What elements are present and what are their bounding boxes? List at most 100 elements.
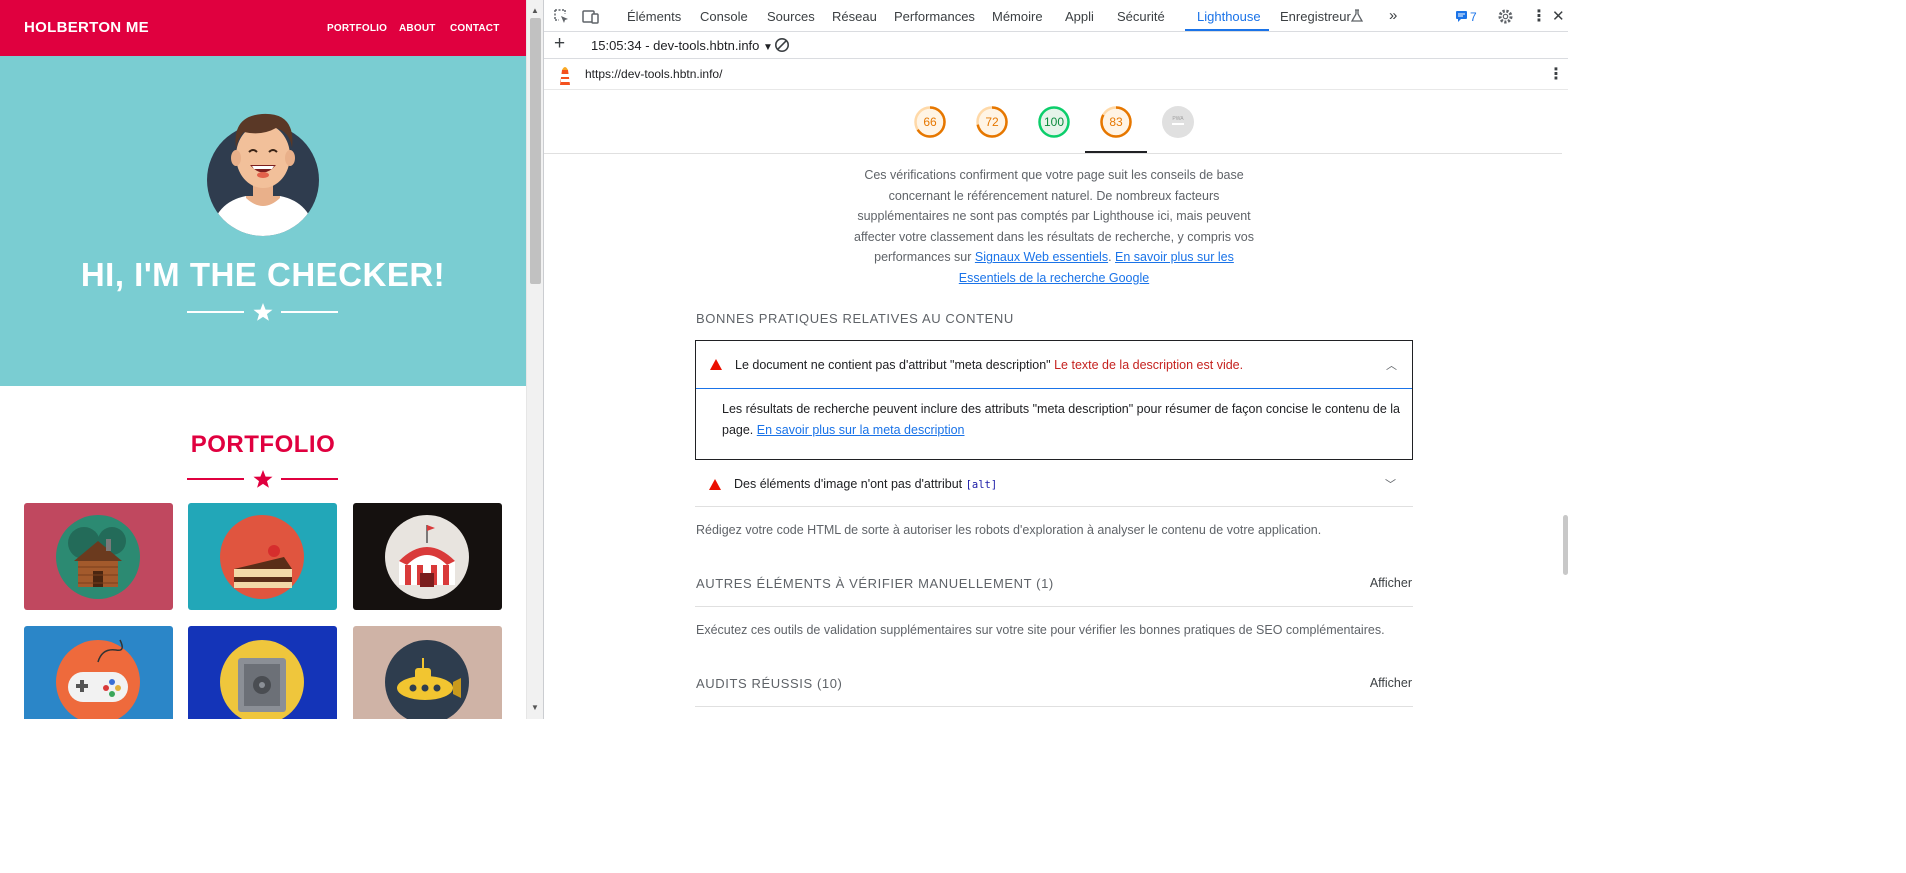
page-scrollbar-thumb[interactable] bbox=[530, 18, 541, 284]
device-toolbar-icon[interactable] bbox=[582, 8, 600, 24]
devtools-tab-bar: Éléments Console Sources Réseau Performa… bbox=[544, 0, 1568, 32]
score-value: 72 bbox=[985, 115, 999, 129]
inspect-element-icon[interactable] bbox=[553, 8, 571, 24]
hero-title: HI, I'M THE CHECKER! bbox=[80, 256, 446, 293]
nav-link-contact[interactable]: CONTACT bbox=[450, 23, 500, 34]
score-gauge-pwa[interactable]: PWA bbox=[1161, 105, 1195, 139]
safe-icon bbox=[220, 640, 304, 719]
audit-image-alt-title: Des éléments d'image n'ont pas d'attribu… bbox=[734, 477, 997, 491]
settings-gear-icon[interactable] bbox=[1497, 8, 1514, 25]
report-url: https://dev-tools.hbtn.info/ bbox=[585, 67, 723, 81]
tab-application[interactable]: Appli bbox=[1065, 9, 1094, 24]
clear-reports-icon[interactable] bbox=[774, 37, 790, 53]
audit-image-alt[interactable]: Des éléments d'image n'ont pas d'attribu… bbox=[695, 462, 1413, 507]
lighthouse-toolbar: + 15:05:34 - dev-tools.hbtn.info ▼ bbox=[544, 32, 1568, 59]
score-value: 83 bbox=[1109, 115, 1123, 129]
divider bbox=[695, 706, 1413, 707]
divider bbox=[695, 606, 1413, 607]
tab-security[interactable]: Sécurité bbox=[1117, 9, 1165, 24]
fail-triangle-icon bbox=[710, 359, 722, 370]
audit-meta-title-text: Le document ne contient pas d'attribut "… bbox=[735, 358, 1051, 372]
fail-triangle-icon bbox=[709, 479, 721, 490]
site-brand[interactable]: HOLBERTON ME bbox=[24, 19, 149, 36]
audit-display-value: Le texte de la description est vide. bbox=[1054, 358, 1244, 372]
manual-checks-show-button[interactable]: Afficher bbox=[1370, 576, 1412, 590]
portfolio-tile-circus[interactable] bbox=[353, 503, 502, 610]
tab-console[interactable]: Console bbox=[700, 9, 748, 24]
submarine-icon bbox=[385, 640, 469, 719]
website-viewport: HOLBERTON ME PORTFOLIO ABOUT CONTACT HI,… bbox=[0, 0, 526, 719]
report-scrollbar[interactable] bbox=[1562, 90, 1568, 719]
cake-icon bbox=[220, 515, 304, 599]
seo-description-separator: . bbox=[1108, 250, 1116, 265]
tab-performance[interactable]: Performances bbox=[894, 9, 975, 24]
star-icon bbox=[253, 470, 273, 488]
passed-audits-show-button[interactable]: Afficher bbox=[1370, 676, 1412, 690]
star-icon bbox=[253, 303, 273, 321]
scores-bar: 66 72 100 83 PWA bbox=[544, 90, 1562, 154]
hero-section: HI, I'M THE CHECKER! bbox=[0, 56, 526, 386]
lighthouse-logo-icon bbox=[560, 67, 570, 85]
score-gauge-accessibility[interactable]: 72 bbox=[975, 105, 1009, 139]
tab-network[interactable]: Réseau bbox=[832, 9, 877, 24]
score-gauge-best-practices[interactable]: 100 bbox=[1037, 105, 1071, 139]
score-value: 66 bbox=[923, 115, 937, 129]
core-web-vitals-link[interactable]: Signaux Web essentiels bbox=[975, 250, 1108, 264]
audit-meta-description-header[interactable]: Le document ne contient pas d'attribut "… bbox=[696, 341, 1412, 389]
chevron-down-icon: ﹀ bbox=[1385, 479, 1396, 491]
report-scrollbar-thumb[interactable] bbox=[1563, 515, 1568, 575]
chevron-up-icon: ︿ bbox=[1386, 360, 1397, 372]
content-best-practices-title: BONNES PRATIQUES RELATIVES AU CONTENU bbox=[696, 311, 1014, 326]
portfolio-tile-controller[interactable] bbox=[24, 626, 173, 719]
tab-recorder[interactable]: Enregistreur bbox=[1280, 9, 1351, 24]
new-report-plus-icon[interactable]: + bbox=[554, 33, 565, 55]
dropdown-arrow-icon: ▼ bbox=[763, 42, 773, 53]
portfolio-divider bbox=[187, 470, 338, 488]
nav-link-portfolio[interactable]: PORTFOLIO bbox=[327, 23, 387, 34]
lighthouse-report: 66 72 100 83 PWA Ces vérifications confi… bbox=[544, 90, 1562, 719]
more-tabs-chevron-icon[interactable]: » bbox=[1389, 7, 1397, 24]
nav-link-about[interactable]: ABOUT bbox=[399, 23, 436, 34]
page-scrollbar[interactable]: ▲ ▼ bbox=[526, 0, 543, 719]
devtools-panel: Éléments Console Sources Réseau Performa… bbox=[543, 0, 1568, 719]
audit-meta-description-body: Les résultats de recherche peuvent inclu… bbox=[722, 399, 1402, 440]
site-navbar: HOLBERTON ME PORTFOLIO ABOUT CONTACT bbox=[0, 0, 526, 56]
portfolio-tile-safe[interactable] bbox=[188, 626, 337, 719]
audit-meta-description: Le document ne contient pas d'attribut "… bbox=[695, 340, 1413, 460]
scroll-up-arrow-icon[interactable]: ▲ bbox=[531, 6, 539, 15]
close-devtools-icon[interactable]: ✕ bbox=[1552, 7, 1565, 25]
active-category-indicator bbox=[1085, 151, 1147, 153]
scroll-down-arrow-icon[interactable]: ▼ bbox=[531, 703, 539, 712]
manual-checks-title[interactable]: AUTRES ÉLÉMENTS À VÉRIFIER MANUELLEMENT … bbox=[696, 576, 1054, 591]
hero-illustration bbox=[187, 113, 338, 321]
score-value: 100 bbox=[1044, 115, 1064, 129]
issues-icon[interactable] bbox=[1455, 10, 1468, 22]
tab-sources[interactable]: Sources bbox=[767, 9, 815, 24]
report-selector[interactable]: 15:05:34 - dev-tools.hbtn.info ▼ bbox=[591, 38, 773, 53]
score-value: PWA bbox=[1172, 116, 1184, 122]
circus-tent-icon bbox=[385, 515, 469, 599]
portfolio-title: PORTFOLIO bbox=[190, 431, 336, 458]
learn-more-meta-description-link[interactable]: En savoir plus sur la meta description bbox=[757, 423, 965, 437]
report-menu-icon[interactable]: ⋮ bbox=[1548, 64, 1564, 84]
passed-audits-title[interactable]: AUDITS RÉUSSIS (10) bbox=[696, 676, 842, 691]
portfolio-tile-cake[interactable] bbox=[188, 503, 337, 610]
score-gauge-performance[interactable]: 66 bbox=[913, 105, 947, 139]
portfolio-tile-cabin[interactable] bbox=[24, 503, 173, 610]
audit-alt-title-text: Des éléments d'image n'ont pas d'attribu… bbox=[734, 477, 966, 491]
seo-category-description: Ces vérifications confirment que votre p… bbox=[844, 165, 1264, 289]
report-url-bar: https://dev-tools.hbtn.info/ ⋮ bbox=[544, 59, 1568, 90]
portfolio-tile-submarine[interactable] bbox=[353, 626, 502, 719]
cabin-icon bbox=[56, 515, 140, 599]
issues-count[interactable]: 7 bbox=[1470, 10, 1477, 24]
audit-meta-description-title: Le document ne contient pas d'attribut "… bbox=[735, 358, 1243, 372]
tab-elements[interactable]: Éléments bbox=[627, 9, 681, 24]
tab-memory[interactable]: Mémoire bbox=[992, 9, 1043, 24]
report-selector-label: 15:05:34 - dev-tools.hbtn.info bbox=[591, 38, 760, 53]
manual-checks-description: Exécutez ces outils de validation supplé… bbox=[696, 623, 1385, 637]
customize-menu-icon[interactable]: ⋮ bbox=[1531, 6, 1547, 26]
tab-lighthouse[interactable]: Lighthouse bbox=[1197, 9, 1261, 24]
active-tab-indicator bbox=[1185, 29, 1269, 31]
score-gauge-seo[interactable]: 83 bbox=[1099, 105, 1133, 139]
crawl-group-description: Rédigez votre code HTML de sorte à autor… bbox=[696, 523, 1322, 537]
